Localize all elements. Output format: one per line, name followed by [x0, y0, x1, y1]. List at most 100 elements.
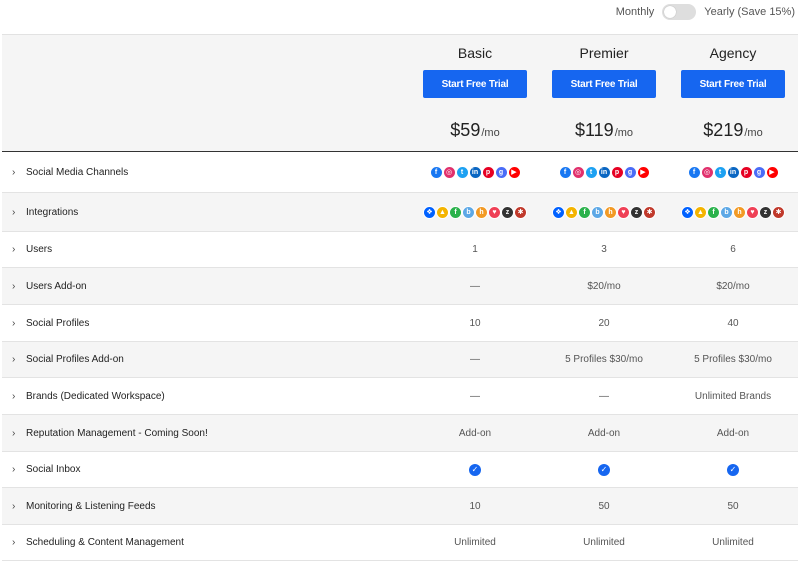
feature-row[interactable]: › Social Profiles 10 20 40	[2, 305, 798, 342]
check-icon: ✓	[727, 463, 739, 476]
chevron-right-icon: ›	[12, 206, 16, 218]
feature-label[interactable]: › Integrations	[2, 207, 410, 218]
feature-label[interactable]: › Reputation Management - Coming Soon!	[2, 428, 410, 439]
feature-row[interactable]: › Scheduling & Content Management Unlimite…	[2, 525, 798, 561]
canva-icon: ✱	[643, 205, 656, 219]
feature-row[interactable]: › Social Media Channels f ◎ t in p g ▶ f ◎ t in p g ▶ f ◎…	[2, 152, 798, 193]
plan-value-agency: 40	[727, 317, 739, 329]
feature-rows: › Social Media Channels f ◎ t in p g ▶ f ◎ t in p g ▶ f ◎…	[2, 152, 798, 561]
plan-value-premier: f ◎ t in p g ▶	[540, 165, 668, 179]
instagram-icon: ◎	[571, 165, 585, 179]
feature-row[interactable]: › Social Profiles Add-on — 5 Profiles $30/m…	[2, 342, 798, 378]
pricing-table: Basic Start Free Trial $59 /mo Premier S…	[2, 34, 798, 561]
feature-label[interactable]: › Social Profiles Add-on	[2, 354, 410, 365]
plan-value-basic: Add-on	[458, 427, 492, 439]
google-business-icon: g	[623, 165, 637, 179]
instagram-icon: ◎	[442, 165, 456, 179]
hootsuite-icon: h	[733, 205, 746, 219]
canva-icon: ✱	[514, 205, 527, 219]
bitly-icon: b	[462, 205, 475, 219]
twitter-icon: t	[455, 165, 469, 179]
plan-value-agency: Unlimited Brands	[694, 390, 772, 402]
feature-label[interactable]: › Brands (Dedicated Workspace)	[2, 391, 410, 402]
check-icon: ✓	[598, 463, 610, 476]
pinterest-icon: p	[481, 165, 495, 179]
plan-value-agency: Unlimited	[712, 537, 754, 548]
zapier-icon: z	[759, 205, 772, 219]
dropbox-icon: ❖	[681, 205, 694, 219]
plan-price: $59 /mo	[450, 120, 499, 142]
plan-price: $119 /mo	[575, 120, 633, 142]
plan-name: Basic	[457, 45, 493, 61]
feature-label[interactable]: › Social Media Channels	[2, 167, 410, 178]
feature-row[interactable]: › Brands (Dedicated Workspace) — — Unlimited…	[2, 378, 798, 415]
plan-value-basic: 1	[472, 244, 478, 255]
feature-name: Reputation Management - Coming Soon!	[26, 427, 208, 439]
pinterest-icon: p	[610, 165, 624, 179]
dropbox-icon: ❖	[552, 205, 565, 219]
plan-value-premier: 50	[598, 500, 610, 512]
plan-value-basic: —	[470, 280, 480, 292]
feedly-icon: f	[707, 205, 720, 219]
plan-value-agency: f ◎ t in p g ▶	[668, 165, 798, 179]
plan-value-premier: —	[599, 390, 609, 402]
price-unit: /mo	[614, 127, 634, 139]
plan-value-basic: —	[470, 354, 480, 365]
chevron-right-icon: ›	[12, 244, 16, 255]
plan-value-agency: 6	[730, 244, 736, 255]
pinterest-icon: p	[739, 165, 753, 179]
integration-icons: ❖ ▲ f b h ♥ z ✱	[552, 205, 656, 219]
feature-row[interactable]: › Users Add-on — $20/mo $20/mo	[2, 268, 798, 305]
plan-value-basic: —	[470, 390, 480, 402]
yearly-label[interactable]: Yearly (Save 15%)	[704, 6, 795, 18]
start-free-trial-agency-button[interactable]: Start Free Trial	[681, 70, 785, 98]
price-amount: $119	[574, 120, 614, 140]
facebook-icon: f	[429, 165, 443, 179]
integration-icons: ❖ ▲ f b h ♥ z ✱	[423, 205, 527, 219]
feature-label[interactable]: › Social Inbox	[2, 464, 410, 475]
feature-row[interactable]: › Social Inbox ✓ ✓ ✓	[2, 452, 798, 488]
linkedin-icon: in	[597, 165, 611, 179]
plan-value-basic: 10	[469, 317, 481, 329]
feature-label[interactable]: › Scheduling & Content Management	[2, 537, 410, 548]
feedly-icon: f	[449, 205, 462, 219]
start-free-trial-basic-button[interactable]: Start Free Trial	[423, 70, 527, 98]
plan-value-premier: ❖ ▲ f b h ♥ z ✱	[540, 205, 668, 219]
monthly-label[interactable]: Monthly	[616, 6, 655, 18]
feature-label[interactable]: › Monitoring & Listening Feeds	[2, 501, 410, 512]
chevron-right-icon: ›	[12, 464, 16, 475]
feature-label[interactable]: › Users Add-on	[2, 281, 410, 292]
instagram-icon: ◎	[700, 165, 714, 179]
feedly-icon: f	[578, 205, 591, 219]
canva-icon: ✱	[772, 205, 785, 219]
social-icons: f ◎ t in p g ▶	[558, 165, 650, 179]
facebook-icon: f	[687, 165, 701, 179]
feature-name: Users Add-on	[26, 280, 87, 292]
linkedin-icon: in	[726, 165, 740, 179]
dropbox-icon: ❖	[423, 205, 436, 219]
plan-value-premier: Add-on	[587, 427, 621, 439]
bitly-icon: b	[720, 205, 733, 219]
google-business-icon: g	[494, 165, 508, 179]
feature-row[interactable]: › Integrations ❖ ▲ f b h ♥ z ✱ ❖ ▲ f b h ♥ z ✱ ❖ ▲ f b h ♥ z ✱	[2, 193, 798, 232]
plan-premier: Premier Start Free Trial $119 /mo	[540, 35, 668, 151]
facebook-icon: f	[558, 165, 572, 179]
start-free-trial-premier-button[interactable]: Start Free Trial	[552, 70, 656, 98]
price-amount: $219	[703, 120, 744, 140]
feature-row[interactable]: › Users 1 3 6	[2, 232, 798, 268]
billing-period-toggle[interactable]	[662, 4, 697, 20]
social-icons: f ◎ t in p g ▶	[687, 165, 779, 179]
feature-row[interactable]: › Reputation Management - Coming Soon! Add…	[2, 415, 798, 452]
feature-label[interactable]: › Social Profiles	[2, 318, 410, 329]
google-business-icon: g	[752, 165, 766, 179]
header-spacer	[2, 35, 410, 151]
plan-value-premier: 3	[601, 244, 607, 255]
twitter-icon: t	[713, 165, 727, 179]
feature-label[interactable]: › Users	[2, 244, 410, 255]
toggle-knob	[664, 6, 677, 18]
plan-value-basic: f ◎ t in p g ▶	[410, 165, 540, 179]
feature-row[interactable]: › Monitoring & Listening Feeds 10 50 50	[2, 488, 798, 525]
hootsuite-icon: h	[604, 205, 617, 219]
plan-value-agency: ❖ ▲ f b h ♥ z ✱	[668, 205, 798, 219]
plan-value-premier: 20	[598, 317, 610, 329]
